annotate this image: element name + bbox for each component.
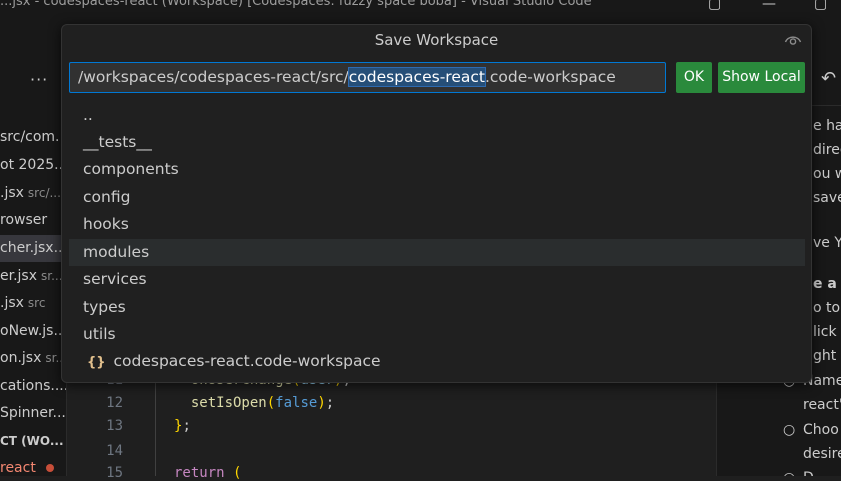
sidebar-item-label: react — [0, 460, 36, 476]
panel-text: o to — [813, 300, 841, 316]
sidebar-item-label: Spinner.... — [0, 405, 66, 421]
panel-list-item: desire — [803, 446, 841, 462]
path-prefix: /workspaces/codespaces-react/src/ — [78, 68, 349, 86]
json-braces-icon: {} — [87, 355, 106, 370]
panel-text: ve Yo — [813, 235, 841, 251]
sidebar-item[interactable]: .jsx src — [0, 290, 66, 317]
sidebar-item-label: oNew.js... — [0, 323, 66, 339]
sidebar-item-label: .jsx — [0, 185, 24, 201]
sidebar-item-label: cations.... — [0, 378, 66, 394]
panel-list-item: react' — [803, 397, 841, 413]
sidebar-item-label: cher.jsx... — [0, 240, 66, 256]
workspace-path-input[interactable]: /workspaces/codespaces-react/src/codespa… — [69, 62, 666, 93]
line-number: 15 — [106, 465, 123, 481]
line-number: 14 — [106, 443, 123, 459]
code-line: }; — [174, 418, 191, 434]
layout-icon[interactable]: ▢ — [708, 0, 721, 12]
sidebar-item-label: er.jsx — [0, 268, 38, 284]
sidebar-item[interactable]: react — [0, 455, 66, 476]
sidebar-item[interactable]: ot 2025... — [0, 152, 66, 179]
window-title: ...jsx - codespaces-react (Workspace) [C… — [0, 0, 592, 9]
save-workspace-dialog: Save Workspace /workspaces/codespaces-re… — [61, 24, 812, 383]
path-suffix: .code-workspace — [484, 68, 616, 86]
panel-text: ght — [813, 348, 837, 364]
dialog-title: Save Workspace — [374, 31, 499, 49]
eye-icon[interactable] — [784, 31, 802, 49]
file-item-workspace[interactable]: {} codespaces-react.code-workspace — [69, 348, 805, 375]
sidebar-item[interactable]: Spinner.... — [0, 400, 66, 427]
explorer-sidebar: ··· src/com... ot 2025... .jsx src/... ro… — [0, 60, 67, 476]
parent-folder-item[interactable]: .. — [69, 102, 805, 129]
sidebar-item-active[interactable]: cher.jsx... — [0, 235, 66, 262]
folder-item-types[interactable]: types — [69, 294, 805, 321]
panel-text: e a l — [813, 276, 841, 292]
undo-icon[interactable]: ↶ — [821, 68, 836, 89]
panel-text: lick — [813, 324, 837, 340]
window-titlebar: ...jsx - codespaces-react (Workspace) [C… — [0, 0, 841, 12]
sidebar-item[interactable]: src/com... — [0, 124, 66, 151]
more-actions-icon[interactable]: ··· — [30, 70, 48, 89]
sidebar-item[interactable]: on.jsx sr... — [0, 345, 66, 372]
line-number: 12 — [106, 395, 123, 411]
panel-text: e hav — [813, 118, 841, 134]
panel-list-item: Choo — [803, 422, 839, 438]
folder-item-services[interactable]: services — [69, 266, 805, 293]
panel-text: save — [813, 190, 841, 206]
code-line: return ( — [174, 465, 242, 481]
sidebar-item-detail: sr... — [41, 269, 63, 283]
sidebar-item-label: on.jsx — [0, 350, 42, 366]
folder-item-modules[interactable]: modules — [69, 239, 805, 266]
bullet-icon: ○ — [783, 470, 795, 476]
code-line: setIsOpen(false); — [190, 395, 335, 411]
panel-list-item: D — [803, 470, 814, 476]
maximize-icon[interactable]: ▢ — [814, 0, 827, 12]
folder-item-tests[interactable]: __tests__ — [69, 129, 805, 156]
line-number: 13 — [106, 418, 123, 434]
bullet-icon: ○ — [783, 422, 796, 438]
folder-item-config[interactable]: config — [69, 184, 805, 211]
sidebar-item-label: rowser — [0, 212, 48, 228]
sidebar-item-label: src/com... — [0, 129, 66, 145]
section-header-label: CT (WO... — [0, 434, 64, 448]
folder-item-utils[interactable]: utils — [69, 321, 805, 348]
sidebar-item[interactable]: rowser — [0, 207, 66, 234]
workspace-section-header[interactable]: CT (WO... — [0, 428, 66, 455]
sidebar-item[interactable]: .jsx src/... — [0, 180, 66, 207]
show-local-button[interactable]: Show Local — [718, 62, 805, 93]
file-item-label: codespaces-react.code-workspace — [113, 352, 381, 370]
modified-dot-icon — [45, 464, 54, 472]
folder-item-hooks[interactable]: hooks — [69, 211, 805, 238]
minimize-icon[interactable]: — — [762, 0, 776, 12]
panel-text: ou wi — [813, 166, 841, 182]
sidebar-item-label: ot 2025... — [0, 157, 66, 173]
folder-item-components[interactable]: components — [69, 156, 805, 183]
sidebar-item[interactable]: oNew.js... — [0, 318, 66, 345]
sidebar-item[interactable]: er.jsx sr... — [0, 263, 66, 290]
panel-text: direc — [813, 142, 841, 158]
sidebar-item-label: .jsx — [0, 295, 24, 311]
path-selection: codespaces-react — [347, 67, 486, 87]
sidebar-item-detail: src — [27, 296, 46, 310]
sidebar-item-detail: src/... — [27, 186, 61, 200]
ok-button[interactable]: OK — [676, 62, 712, 93]
sidebar-item[interactable]: cations.... — [0, 373, 66, 400]
